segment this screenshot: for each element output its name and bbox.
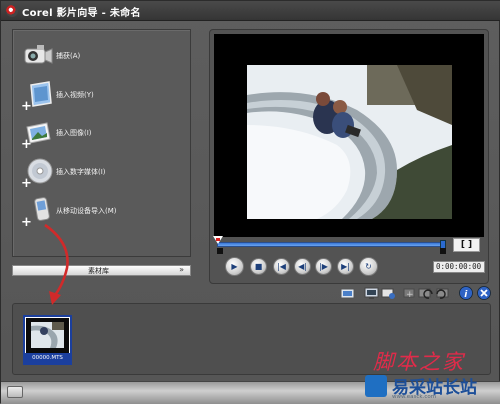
add-icon[interactable]: +	[402, 287, 417, 300]
skip-end-icon: ▶|	[341, 262, 350, 271]
clip-name: 00000.MTS	[25, 353, 70, 363]
annotation-arrow	[44, 223, 69, 305]
clip-thumbnail-image	[26, 318, 69, 353]
play-icon: ▶	[231, 262, 238, 271]
play-button[interactable]: ▶	[225, 257, 244, 276]
svg-text:+: +	[21, 176, 32, 188]
stop-button[interactable]: ■	[250, 258, 267, 275]
insert-video-icon: +	[21, 81, 52, 111]
mark-out-indicator	[440, 248, 446, 254]
info-icon[interactable]: i	[459, 286, 473, 300]
svg-text:+: +	[21, 99, 32, 111]
capture-button[interactable]: 捕获(A)	[13, 38, 192, 74]
repeat-button[interactable]: ↻	[359, 257, 378, 276]
insert-image-button[interactable]: + 插入图像(I)	[13, 115, 192, 151]
video-preview-screen	[214, 34, 484, 237]
bottom-menu-button[interactable]	[7, 386, 23, 398]
chevron-up-icon: »	[179, 265, 184, 274]
stop-icon: ■	[254, 262, 263, 271]
svg-text:+: +	[21, 137, 32, 149]
insert-digital-media-label: 插入数字媒体(I)	[56, 168, 106, 176]
app-logo-icon	[6, 5, 18, 17]
main-window: Corel 影片向导 - 未命名 捕获(A) + 插入视频(Y) + 插入图像(…	[0, 0, 500, 404]
prev-frame-button[interactable]: ◀|	[294, 258, 311, 275]
svg-text:+: +	[406, 290, 414, 300]
import-clip-icon[interactable]	[340, 287, 355, 300]
mark-in-out-button[interactable]: [ ]	[453, 238, 480, 252]
skip-start-icon: |◀	[277, 262, 286, 271]
title-bar: Corel 影片向导 - 未命名	[1, 1, 500, 21]
next-frame-icon: |▶	[319, 262, 328, 271]
capture-panel: 捕获(A) + 插入视频(Y) + 插入图像(I) + 插入数字媒体(I) + …	[12, 29, 191, 257]
screen-icon[interactable]	[364, 287, 379, 300]
playhead-marker	[216, 238, 220, 241]
watermark-easck: 易采站长站 www.easck.com	[359, 371, 500, 404]
repeat-icon: ↻	[365, 262, 372, 271]
watermark-logo-icon	[365, 375, 387, 397]
library-toggle-bar[interactable]: 素材库 »	[12, 265, 191, 276]
watermark-url: www.easck.com	[392, 394, 437, 400]
clip-thumbnail[interactable]: 00000.MTS	[23, 315, 72, 365]
timecode-display[interactable]: 0:00:00:00	[433, 261, 485, 273]
capture-label: 捕获(A)	[56, 52, 81, 60]
timeline-scrubber[interactable]	[217, 242, 445, 247]
rotate-right-icon[interactable]	[436, 287, 451, 300]
split-clip-icon[interactable]	[381, 287, 396, 300]
svg-text:+: +	[21, 215, 32, 227]
delete-icon[interactable]	[477, 286, 491, 300]
insert-image-label: 插入图像(I)	[56, 129, 92, 137]
go-start-button[interactable]: |◀	[273, 258, 290, 275]
insert-digital-media-button[interactable]: + 插入数字媒体(I)	[13, 154, 192, 190]
go-end-button[interactable]: ▶|	[337, 258, 354, 275]
insert-video-label: 插入视频(Y)	[56, 91, 94, 99]
mark-in-indicator	[217, 248, 223, 254]
window-title: Corel 影片向导 - 未命名	[22, 8, 141, 19]
library-label: 素材库	[88, 267, 109, 275]
prev-frame-icon: ◀|	[298, 262, 307, 271]
insert-disc-icon: +	[21, 158, 53, 188]
video-frame-image	[247, 65, 452, 219]
import-from-mobile-button[interactable]: + 从移动设备导入(M)	[13, 193, 192, 229]
rotate-left-icon[interactable]	[418, 287, 433, 300]
import-from-mobile-label: 从移动设备导入(M)	[56, 207, 117, 215]
insert-video-button[interactable]: + 插入视频(Y)	[13, 77, 192, 113]
camcorder-icon	[24, 45, 53, 64]
insert-image-icon: +	[21, 122, 51, 149]
next-frame-button[interactable]: |▶	[315, 258, 332, 275]
